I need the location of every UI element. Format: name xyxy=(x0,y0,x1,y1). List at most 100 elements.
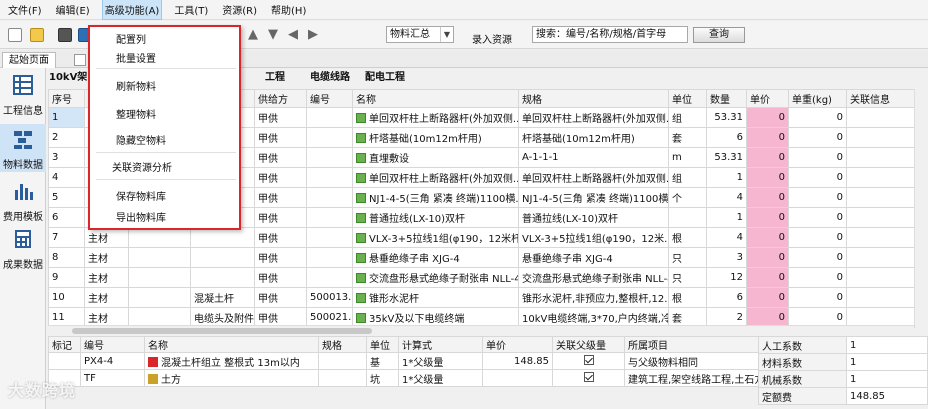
table-cell[interactable]: 只 xyxy=(668,247,707,268)
table-cell[interactable]: 0 xyxy=(746,287,789,308)
open-folder-icon[interactable] xyxy=(30,28,44,42)
table-cell[interactable]: 交流盘形悬式绝缘子耐张串 NLL-4 xyxy=(352,267,519,288)
save-icon[interactable] xyxy=(58,28,72,42)
table-cell[interactable]: 基 xyxy=(366,352,399,370)
record-resource-label[interactable]: 录入资源 xyxy=(472,31,512,46)
column-header[interactable]: 计算式 xyxy=(398,336,483,353)
table-cell[interactable] xyxy=(846,207,915,228)
project-item[interactable]: 配电工程 xyxy=(365,70,405,86)
table-cell[interactable]: 组 xyxy=(668,107,707,128)
sidebar-item-results[interactable]: 成果数据 xyxy=(0,224,46,272)
table-cell[interactable] xyxy=(128,287,191,308)
column-header[interactable]: 标记 xyxy=(48,336,81,353)
menu-item-resource-analysis[interactable]: 关联资源分析 xyxy=(112,159,172,174)
table-cell[interactable]: 1 xyxy=(706,207,747,228)
table-cell[interactable]: NJ1-4-5(三角 紧凑 终端)1100横... xyxy=(518,187,669,208)
table-cell[interactable] xyxy=(306,247,353,268)
table-cell[interactable]: 0 xyxy=(788,227,847,248)
table-cell[interactable]: 53.31 xyxy=(706,147,747,168)
vertical-scrollbar[interactable] xyxy=(914,89,926,325)
table-cell[interactable]: 杆塔基础(10m12m杆用) xyxy=(352,127,519,148)
table-cell[interactable]: 杆塔基础(10m12m杆用) xyxy=(518,127,669,148)
menu-tools[interactable]: 工具(T) xyxy=(172,0,210,19)
table-cell[interactable]: 4 xyxy=(706,227,747,248)
project-item[interactable]: 电缆线路 xyxy=(310,70,350,86)
table-cell[interactable]: 6 xyxy=(706,127,747,148)
table-cell[interactable]: 与父级物料相同 xyxy=(624,352,759,370)
table-cell[interactable]: 普通拉线(LX-10)双杆 xyxy=(352,207,519,228)
table-cell[interactable]: 0 xyxy=(788,267,847,288)
table-cell[interactable]: 只 xyxy=(668,267,707,288)
table-cell[interactable]: 0 xyxy=(788,127,847,148)
menu-help[interactable]: 帮助(H) xyxy=(269,0,308,19)
table-row[interactable]: 7 主材 甲供 VLX-3+5拉线1组(φ190，12米杆... VLX-3+5拉线1组… xyxy=(48,227,915,248)
table-cell[interactable]: 7 xyxy=(48,227,85,248)
table-cell[interactable]: 坑 xyxy=(366,369,399,387)
table-cell[interactable]: 单回双杆柱上断路器杆(外加双侧... xyxy=(352,167,519,188)
table-cell[interactable] xyxy=(48,352,81,370)
table-cell[interactable]: 8 xyxy=(48,247,85,268)
table-cell[interactable]: VLX-3+5拉线1组(φ190，12米... xyxy=(518,227,669,248)
table-cell[interactable]: 甲供 xyxy=(254,287,307,308)
table-cell[interactable]: 组 xyxy=(668,167,707,188)
table-cell[interactable]: 10 xyxy=(48,287,85,308)
table-cell[interactable]: m xyxy=(668,147,707,168)
menu-item-export-library[interactable]: 导出物料库 xyxy=(116,209,166,224)
table-cell[interactable]: 0 xyxy=(788,147,847,168)
menu-item-config-columns[interactable]: 配置列 xyxy=(116,31,146,46)
search-input[interactable]: 搜索：编号/名称/规格/首字母 xyxy=(532,26,688,43)
table-cell[interactable]: 根 xyxy=(668,227,707,248)
menu-item-hide-empty[interactable]: 隐藏空物料 xyxy=(116,132,166,147)
table-cell[interactable]: 甲供 xyxy=(254,127,307,148)
table-cell[interactable] xyxy=(552,369,625,387)
scrollbar-thumb[interactable] xyxy=(72,328,372,334)
table-cell[interactable]: 0 xyxy=(746,187,789,208)
menu-file[interactable]: 文件(F) xyxy=(6,0,44,19)
table-cell[interactable]: 主材 xyxy=(84,247,129,268)
column-header[interactable]: 编号 xyxy=(306,89,353,108)
view-combo[interactable]: 物料汇总 ▼ xyxy=(386,26,454,43)
table-cell[interactable] xyxy=(482,369,553,387)
table-cell[interactable] xyxy=(846,187,915,208)
table-cell[interactable]: 甲供 xyxy=(254,167,307,188)
table-cell[interactable]: 0 xyxy=(746,147,789,168)
table-cell[interactable]: 甲供 xyxy=(254,107,307,128)
menu-edit[interactable]: 编辑(E) xyxy=(54,0,92,19)
menu-item-save-library[interactable]: 保存物料库 xyxy=(116,188,166,203)
coefficient-value[interactable]: 1 xyxy=(846,353,928,371)
sidebar-item-project-info[interactable]: 工程信息 xyxy=(0,70,46,118)
table-cell[interactable] xyxy=(306,147,353,168)
table-cell[interactable] xyxy=(846,287,915,308)
table-cell[interactable]: 0 xyxy=(788,207,847,228)
column-header[interactable]: 单位 xyxy=(668,89,707,108)
table-row[interactable]: 10主材 混凝土杆甲供500013... 锥形水泥杆 锥形水泥杆,非预应力,整根杆,1… xyxy=(48,287,915,308)
column-header[interactable]: 单位 xyxy=(366,336,399,353)
table-cell[interactable] xyxy=(846,147,915,168)
table-cell[interactable]: 混凝土杆 xyxy=(190,287,255,308)
table-cell[interactable]: 0 xyxy=(788,287,847,308)
table-cell[interactable]: 3 xyxy=(48,147,85,168)
table-cell[interactable]: 个 xyxy=(668,187,707,208)
column-header[interactable]: 单重(kg) xyxy=(788,89,847,108)
table-cell[interactable]: 0 xyxy=(746,107,789,128)
table-cell[interactable]: 148.85 xyxy=(482,352,553,370)
table-cell[interactable]: 单回双杆柱上断路器杆(外加双侧... xyxy=(518,107,669,128)
table-cell[interactable]: 1 xyxy=(48,107,85,128)
column-header[interactable]: 名称 xyxy=(352,89,519,108)
table-cell[interactable]: 0 xyxy=(746,207,789,228)
horizontal-scrollbar[interactable] xyxy=(48,325,914,335)
table-cell[interactable]: 直埋敷设 xyxy=(352,147,519,168)
coefficient-value[interactable]: 1 xyxy=(846,370,928,388)
table-cell[interactable] xyxy=(318,369,367,387)
table-cell[interactable]: 主材 xyxy=(84,287,129,308)
table-cell[interactable]: A-1-1-1 xyxy=(518,147,669,168)
column-header[interactable]: 单价 xyxy=(482,336,553,353)
checkbox[interactable] xyxy=(583,355,594,365)
table-cell[interactable]: 单回双杆柱上断路器杆(外加双侧... xyxy=(352,107,519,128)
table-cell[interactable]: 普通拉线(LX-10)双杆 xyxy=(518,207,669,228)
table-cell[interactable] xyxy=(846,267,915,288)
column-header[interactable]: 规格 xyxy=(518,89,669,108)
table-cell[interactable] xyxy=(846,227,915,248)
project-item[interactable]: 工程 xyxy=(265,70,285,86)
table-cell[interactable]: 甲供 xyxy=(254,267,307,288)
